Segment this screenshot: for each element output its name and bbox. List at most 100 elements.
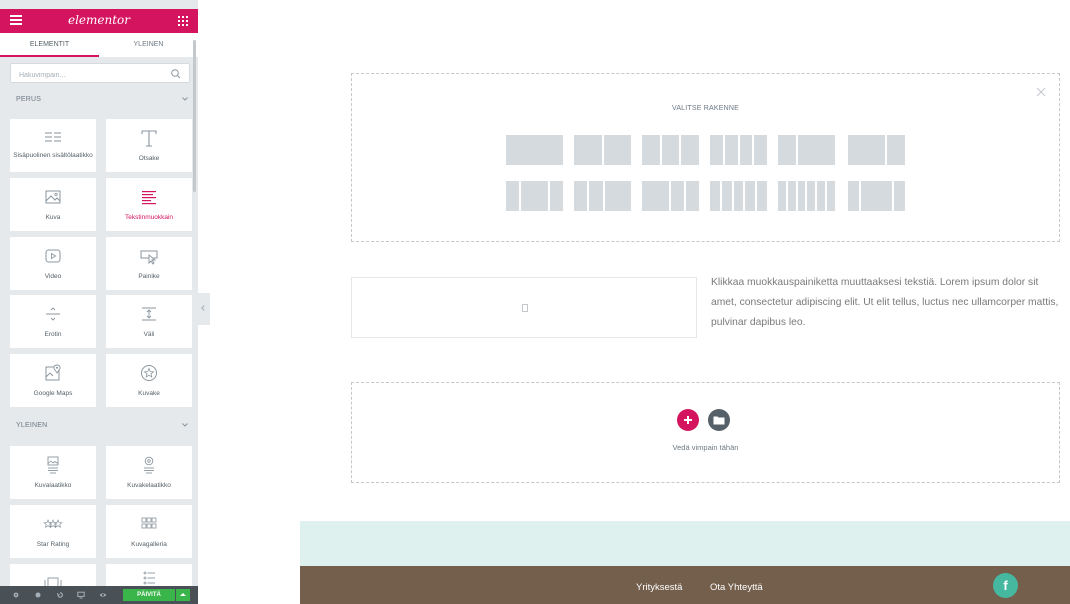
structure-preset-7[interactable] xyxy=(506,181,563,211)
divider-icon xyxy=(46,307,60,321)
widget-label: Tekstinmuokkain xyxy=(124,214,174,221)
widget-divider[interactable]: Erotin xyxy=(10,295,96,348)
widget-image[interactable]: Kuva xyxy=(10,178,96,231)
widget-label: Kuvagalleria xyxy=(131,541,167,548)
widget-label: Star Rating xyxy=(36,541,70,548)
image-box-icon xyxy=(47,456,59,474)
widget-video[interactable]: Video xyxy=(10,237,96,290)
category-general[interactable]: YLEINEN xyxy=(0,415,198,437)
preview-eye-icon[interactable] xyxy=(99,591,107,599)
widget-icon-box[interactable]: Kuvakelaatikko xyxy=(106,446,192,499)
widget-inner-section[interactable]: Sisäpuolinen sisältölaatikko xyxy=(10,119,96,172)
widget-label: Video xyxy=(44,273,62,280)
widget-search-input[interactable] xyxy=(11,66,161,85)
category-basic[interactable]: PERUS xyxy=(0,89,198,111)
update-options-button[interactable] xyxy=(176,589,190,601)
image-icon xyxy=(45,190,61,204)
mint-band xyxy=(300,521,1070,566)
star-icon xyxy=(141,365,157,381)
structure-preset-6[interactable] xyxy=(848,135,905,165)
widget-label: Väli xyxy=(143,331,155,338)
panel-header: elementor xyxy=(0,9,198,33)
tab-elements[interactable]: ELEMENTIT xyxy=(0,33,99,57)
widget-gallery[interactable]: Kuvagalleria xyxy=(106,505,192,558)
panel-footer: PÄIVITÄ xyxy=(0,586,198,604)
widget-label: Sisäpuolinen sisältölaatikko xyxy=(13,152,93,159)
structure-preset-1[interactable] xyxy=(506,135,563,165)
chevron-down-icon xyxy=(182,97,188,101)
structure-preset-11[interactable] xyxy=(778,181,835,211)
elementor-logo: elementor xyxy=(67,13,131,27)
heading-icon xyxy=(141,130,157,147)
button-icon xyxy=(140,250,158,265)
add-section-dropzone: Vedä vimpain tähän xyxy=(351,382,1060,483)
chevron-left-icon xyxy=(201,305,207,311)
folder-icon xyxy=(713,416,725,425)
widget-partial[interactable] xyxy=(106,564,192,586)
text-editor-icon xyxy=(142,191,156,205)
image-carousel-icon xyxy=(44,577,62,586)
editor-panel: elementor ELEMENTIT YLEINEN PERUS Sisäpu… xyxy=(0,0,198,604)
update-button[interactable]: PÄIVITÄ xyxy=(123,589,175,601)
structure-preset-3[interactable] xyxy=(642,135,700,165)
add-template-button[interactable] xyxy=(708,409,730,431)
widget-icon[interactable]: Kuvake xyxy=(106,354,192,407)
widget-label: Otsake xyxy=(138,155,160,162)
chevron-up-icon xyxy=(180,593,186,596)
search-icon[interactable] xyxy=(170,68,182,80)
widget-search xyxy=(10,63,190,85)
category-label: YLEINEN xyxy=(16,422,48,429)
spacer-icon xyxy=(142,307,156,321)
structure-preset-10[interactable] xyxy=(710,181,767,211)
responsive-desktop-icon[interactable] xyxy=(77,591,85,599)
widget-label: Kuvalaatikko xyxy=(34,482,72,489)
history-icon[interactable] xyxy=(56,591,64,599)
widget-label: Erotin xyxy=(44,331,62,338)
tab-global[interactable]: YLEINEN xyxy=(99,33,198,57)
widget-spacer[interactable]: Väli xyxy=(106,295,192,348)
close-icon[interactable] xyxy=(1035,86,1047,98)
widgets-grid-icon[interactable] xyxy=(178,16,188,26)
panel-collapse-handle[interactable] xyxy=(198,293,210,325)
add-section-button[interactable] xyxy=(677,409,699,431)
settings-gear-icon[interactable] xyxy=(12,591,20,599)
video-icon xyxy=(45,249,61,263)
gallery-icon xyxy=(141,517,157,529)
widget-image-box[interactable]: Kuvalaatikko xyxy=(10,446,96,499)
widget-heading[interactable]: Otsake xyxy=(106,119,192,172)
facebook-icon[interactable]: f xyxy=(993,573,1018,598)
select-structure-box: VALITSE RAKENNE xyxy=(351,73,1060,242)
panel-scrollbar[interactable] xyxy=(193,40,196,192)
widget-label: Kuvakelaatikko xyxy=(127,482,171,489)
icon-list-icon xyxy=(143,571,155,585)
widget-label: Kuva xyxy=(45,214,61,221)
widget-partial[interactable] xyxy=(10,564,96,586)
star-rating-icon xyxy=(43,519,63,528)
site-footer: Yrityksestä Ota Yhteyttä f xyxy=(300,566,1070,604)
image-placeholder[interactable] xyxy=(351,277,697,338)
google-maps-icon xyxy=(45,364,61,381)
structure-preset-4[interactable] xyxy=(710,135,767,165)
widget-star-rating[interactable]: Star Rating xyxy=(10,505,96,558)
widget-google-maps[interactable]: Google Maps xyxy=(10,354,96,407)
drop-hint: Vedä vimpain tähän xyxy=(672,443,739,452)
widget-button[interactable]: Painike xyxy=(106,237,192,290)
category-label: PERUS xyxy=(16,96,42,103)
footer-link-contact[interactable]: Ota Yhteyttä xyxy=(710,582,763,593)
chevron-down-icon xyxy=(182,423,188,427)
icon-box-icon xyxy=(144,456,154,474)
structure-preset-5[interactable] xyxy=(778,135,835,165)
structure-preset-2[interactable] xyxy=(574,135,631,165)
text-editor-paragraph[interactable]: Klikkaa muokkauspainiketta muuttaaksesi … xyxy=(711,273,1063,333)
panel-tabs: ELEMENTIT YLEINEN xyxy=(0,33,198,57)
structure-preset-12[interactable] xyxy=(848,181,905,211)
select-structure-title: VALITSE RAKENNE xyxy=(671,105,740,112)
widget-text-editor[interactable]: Tekstinmuokkain xyxy=(106,178,192,231)
widget-label: Google Maps xyxy=(33,390,73,397)
structure-preset-9[interactable] xyxy=(642,181,699,211)
footer-link-about[interactable]: Yrityksestä xyxy=(636,582,682,593)
structure-preset-8[interactable] xyxy=(574,181,631,211)
image-placeholder-icon xyxy=(522,304,528,312)
inner-section-icon xyxy=(45,132,61,142)
navigator-layers-icon[interactable] xyxy=(34,591,42,599)
